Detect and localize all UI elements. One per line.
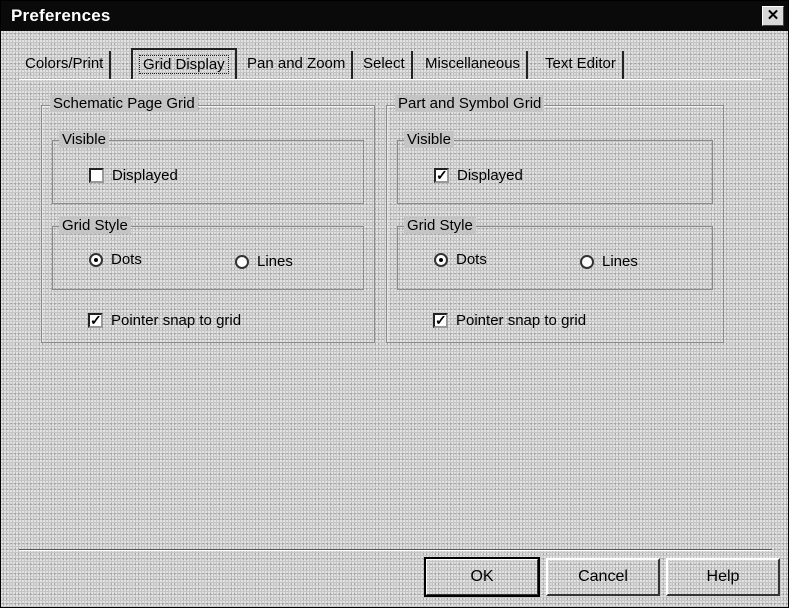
checkbox-label: Displayed — [457, 167, 523, 184]
tab-label: Grid Display — [139, 55, 229, 74]
button-label: Help — [706, 568, 740, 585]
schematic-lines-radio[interactable]: Lines — [235, 253, 293, 270]
radio-empty-icon — [580, 254, 594, 269]
radio-empty-icon — [235, 254, 249, 269]
schematic-page-grid-group: Schematic Page Grid Visible Displayed Gr… — [41, 95, 375, 343]
checkbox-label: Displayed — [112, 167, 178, 184]
schematic-displayed-checkbox[interactable]: Displayed — [89, 167, 178, 184]
schematic-visible-group: Visible Displayed — [52, 131, 364, 204]
tab-grid-display[interactable]: Grid Display — [131, 48, 237, 80]
tab-label: Miscellaneous — [425, 55, 521, 72]
cancel-button[interactable]: Cancel — [546, 558, 660, 596]
part-grid-style-label: Grid Style — [404, 217, 476, 234]
part-displayed-checkbox[interactable]: ✓ Displayed — [434, 167, 523, 184]
checkbox-label: Pointer snap to grid — [111, 312, 242, 329]
checkmark-icon: ✓ — [434, 167, 449, 183]
checkmark-icon: ✓ — [433, 312, 448, 328]
tab-text-editor[interactable]: Text Editor — [539, 51, 624, 79]
schematic-grid-style-group: Grid Style Dots Lines — [52, 217, 364, 290]
tab-label: Select — [363, 55, 405, 72]
tab-label: Text Editor — [545, 55, 616, 72]
button-label: OK — [470, 568, 494, 585]
ok-button[interactable]: OK — [424, 557, 540, 597]
schematic-dots-radio[interactable]: Dots — [89, 251, 142, 268]
radio-label: Dots — [456, 251, 487, 268]
tab-label: Colors/Print — [25, 55, 104, 72]
radio-label: Dots — [111, 251, 142, 268]
preferences-dialog: Preferences ✕ Colors/Print Grid Display … — [0, 0, 789, 608]
schematic-pointer-snap-checkbox[interactable]: ✓ Pointer snap to grid — [88, 312, 241, 329]
button-label: Cancel — [578, 568, 628, 585]
tab-miscellaneous[interactable]: Miscellaneous — [419, 51, 529, 79]
part-visible-label: Visible — [404, 131, 454, 148]
checkbox-box — [89, 168, 104, 183]
part-lines-radio[interactable]: Lines — [580, 253, 638, 270]
part-pointer-snap-checkbox[interactable]: ✓ Pointer snap to grid — [433, 312, 586, 329]
radio-dot-icon — [89, 252, 103, 267]
tab-select[interactable]: Select — [357, 51, 413, 79]
radio-dot-icon — [434, 252, 448, 267]
schematic-grid-style-label: Grid Style — [59, 217, 131, 234]
checkmark-icon: ✓ — [88, 312, 103, 328]
part-group-title: Part and Symbol Grid — [395, 95, 545, 112]
radio-label: Lines — [257, 253, 293, 270]
close-button[interactable]: ✕ — [762, 6, 784, 26]
help-button[interactable]: Help — [666, 558, 780, 596]
checkbox-label: Pointer snap to grid — [456, 312, 587, 329]
radio-label: Lines — [602, 253, 638, 270]
part-grid-style-group: Grid Style Dots Lines — [397, 217, 713, 290]
button-row-separator — [19, 549, 772, 551]
part-visible-group: Visible ✓ Displayed — [397, 131, 713, 204]
tab-label: Pan and Zoom — [247, 55, 346, 72]
window-title: Preferences — [11, 6, 111, 25]
schematic-group-title: Schematic Page Grid — [50, 95, 198, 112]
schematic-visible-label: Visible — [59, 131, 109, 148]
close-icon: ✕ — [766, 7, 780, 24]
tab-colors-print[interactable]: Colors/Print — [19, 51, 112, 79]
part-symbol-grid-group: Part and Symbol Grid Visible ✓ Displayed… — [386, 95, 724, 343]
part-dots-radio[interactable]: Dots — [434, 251, 487, 268]
grid-display-panel: Schematic Page Grid Visible Displayed Gr… — [19, 79, 762, 549]
title-bar: Preferences ✕ — [1, 1, 788, 31]
tab-pan-and-zoom[interactable]: Pan and Zoom — [241, 51, 354, 79]
